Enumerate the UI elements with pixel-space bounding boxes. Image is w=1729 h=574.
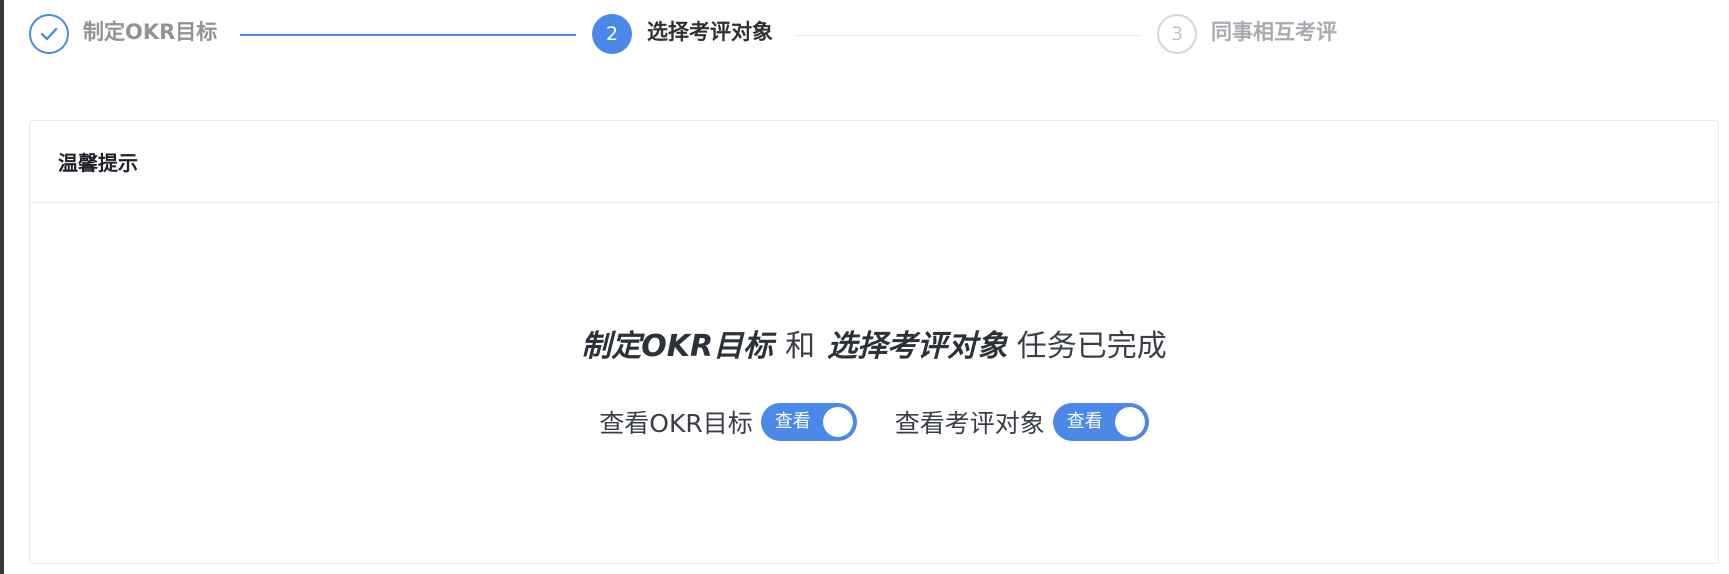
- completion-message: 制定OKR目标和选择考评对象 任务已完成: [30, 327, 1718, 367]
- toggle-label-review: 查看考评对象: [894, 409, 1045, 438]
- toggle-group-review: 查看考评对象 查看: [895, 403, 1149, 441]
- view-toggles: 查看OKR目标 查看 查看考评对象 查看: [30, 403, 1718, 441]
- message-suffix: 任务已完成: [1016, 329, 1167, 364]
- step-2-title: 选择考评对象: [647, 20, 773, 44]
- step-1-check-icon: [29, 14, 69, 54]
- window-left-edge: [0, 0, 4, 574]
- message-task-review: 选择考评对象: [827, 329, 1008, 364]
- card-title: 温馨提示: [30, 121, 1718, 203]
- toggle-group-okr: 查看OKR目标 查看: [599, 403, 857, 441]
- switch-knob: [822, 407, 853, 437]
- view-review-switch[interactable]: 查看: [1052, 403, 1149, 441]
- step-2-number: 2: [592, 14, 632, 54]
- message-connector: 和: [785, 329, 816, 364]
- view-okr-switch[interactable]: 查看: [760, 403, 857, 441]
- switch-text: 查看: [774, 411, 811, 432]
- step-3-number: 3: [1157, 14, 1197, 54]
- progress-steps: 制定OKR目标 2 选择考评对象 3 同事相互考评: [0, 0, 1729, 70]
- step-connector-2: [796, 35, 1140, 36]
- switch-text: 查看: [1066, 411, 1103, 432]
- message-task-okr: 制定OKR目标: [581, 329, 774, 364]
- step-3-title: 同事相互考评: [1211, 20, 1337, 44]
- tips-card: 温馨提示 制定OKR目标和选择考评对象 任务已完成 查看OKR目标 查看 查看考…: [29, 120, 1719, 564]
- step-1-title: 制定OKR目标: [83, 20, 218, 44]
- toggle-label-okr: 查看OKR目标: [599, 409, 753, 438]
- check-icon: [40, 27, 58, 41]
- step-connector-1: [240, 34, 576, 36]
- card-body: 制定OKR目标和选择考评对象 任务已完成 查看OKR目标 查看 查看考评对象 查…: [30, 203, 1718, 563]
- switch-knob: [1114, 407, 1145, 437]
